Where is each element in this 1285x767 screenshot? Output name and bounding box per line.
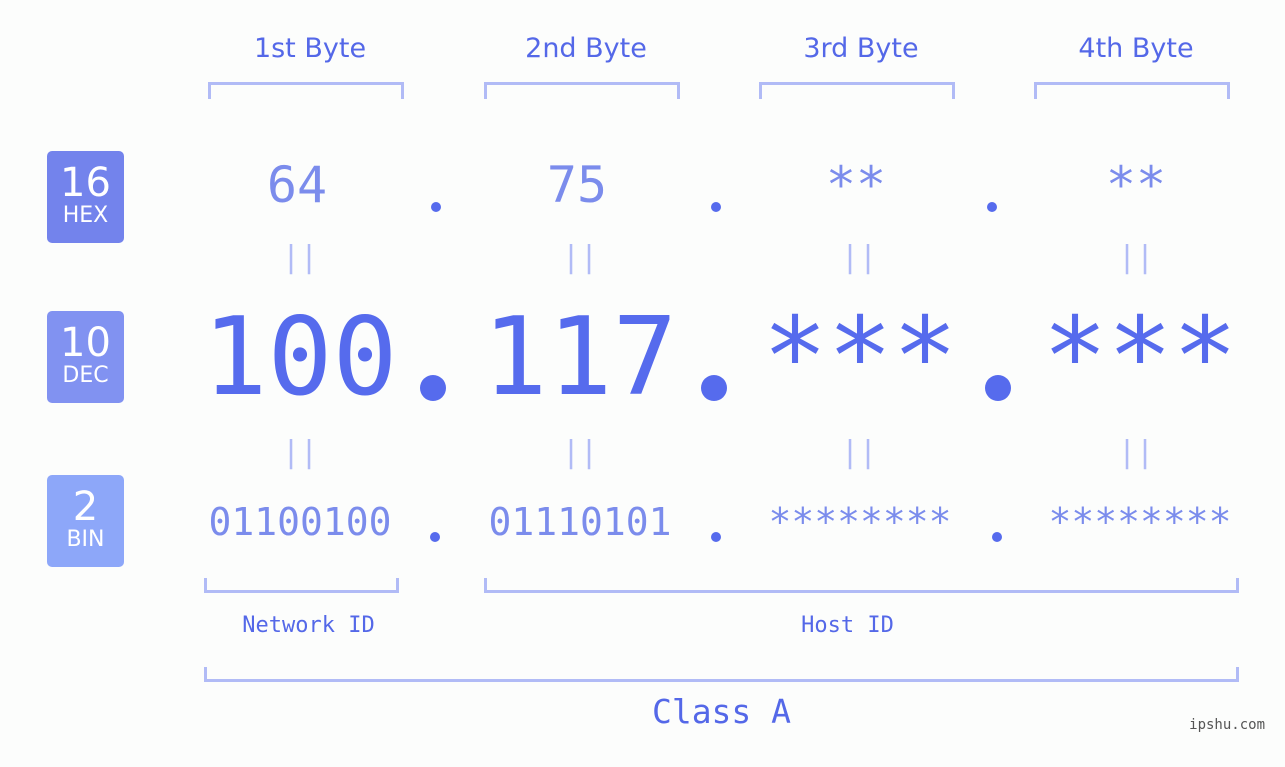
dec-badge: 10 DEC <box>47 311 124 403</box>
dec-dot-3 <box>985 375 1011 401</box>
network-id-bracket <box>204 578 399 593</box>
hex-value-3: ** <box>825 156 887 214</box>
equals-sign: || <box>1117 435 1155 470</box>
hex-dot-2 <box>711 202 721 212</box>
equals-sign: || <box>281 240 319 275</box>
equals-sign: || <box>561 435 599 470</box>
host-id-label: Host ID <box>801 613 894 638</box>
hex-value-4: ** <box>1105 156 1167 214</box>
bin-value-2: 01110101 <box>488 500 672 544</box>
watermark: ipshu.com <box>1189 717 1265 733</box>
byte-header-4: 4th Byte <box>1078 33 1194 64</box>
byte-header-1: 1st Byte <box>253 33 367 64</box>
bin-dot-3 <box>992 532 1002 542</box>
dec-value-4: *** <box>1042 295 1238 420</box>
dec-value-1: 100 <box>202 295 398 420</box>
hex-badge-number: 16 <box>60 160 111 206</box>
equals-sign: || <box>840 240 878 275</box>
bin-dot-1 <box>430 532 440 542</box>
hex-value-1: 64 <box>266 156 328 214</box>
byte-bracket-1 <box>208 82 404 99</box>
equals-sign: || <box>561 240 599 275</box>
host-id-bracket <box>484 578 1239 593</box>
bin-dot-2 <box>711 532 721 542</box>
hex-value-2: 75 <box>546 156 608 214</box>
dec-value-2: 117 <box>482 295 678 420</box>
byte-bracket-4 <box>1034 82 1230 99</box>
bin-badge-number: 2 <box>72 484 99 530</box>
byte-bracket-3 <box>759 82 955 99</box>
dec-dot-1 <box>420 375 446 401</box>
hex-badge-label: HEX <box>62 203 109 228</box>
dec-dot-2 <box>701 375 727 401</box>
bin-value-4: ******** <box>1048 500 1232 544</box>
class-bracket <box>204 667 1239 682</box>
dec-badge-label: DEC <box>62 363 109 388</box>
bin-badge-label: BIN <box>66 527 105 552</box>
byte-header-2: 2nd Byte <box>525 33 647 64</box>
hex-dot-3 <box>987 202 997 212</box>
dec-badge-number: 10 <box>60 320 111 366</box>
bin-value-3: ******** <box>768 500 952 544</box>
bin-badge: 2 BIN <box>47 475 124 567</box>
dec-value-3: *** <box>762 295 958 420</box>
equals-sign: || <box>1117 240 1155 275</box>
hex-badge: 16 HEX <box>47 151 124 243</box>
network-id-label: Network ID <box>242 613 375 638</box>
bin-value-1: 01100100 <box>208 500 392 544</box>
class-label: Class A <box>651 692 792 731</box>
byte-header-3: 3rd Byte <box>803 33 919 64</box>
byte-bracket-2 <box>484 82 680 99</box>
equals-sign: || <box>840 435 878 470</box>
hex-dot-1 <box>431 202 441 212</box>
equals-sign: || <box>281 435 319 470</box>
